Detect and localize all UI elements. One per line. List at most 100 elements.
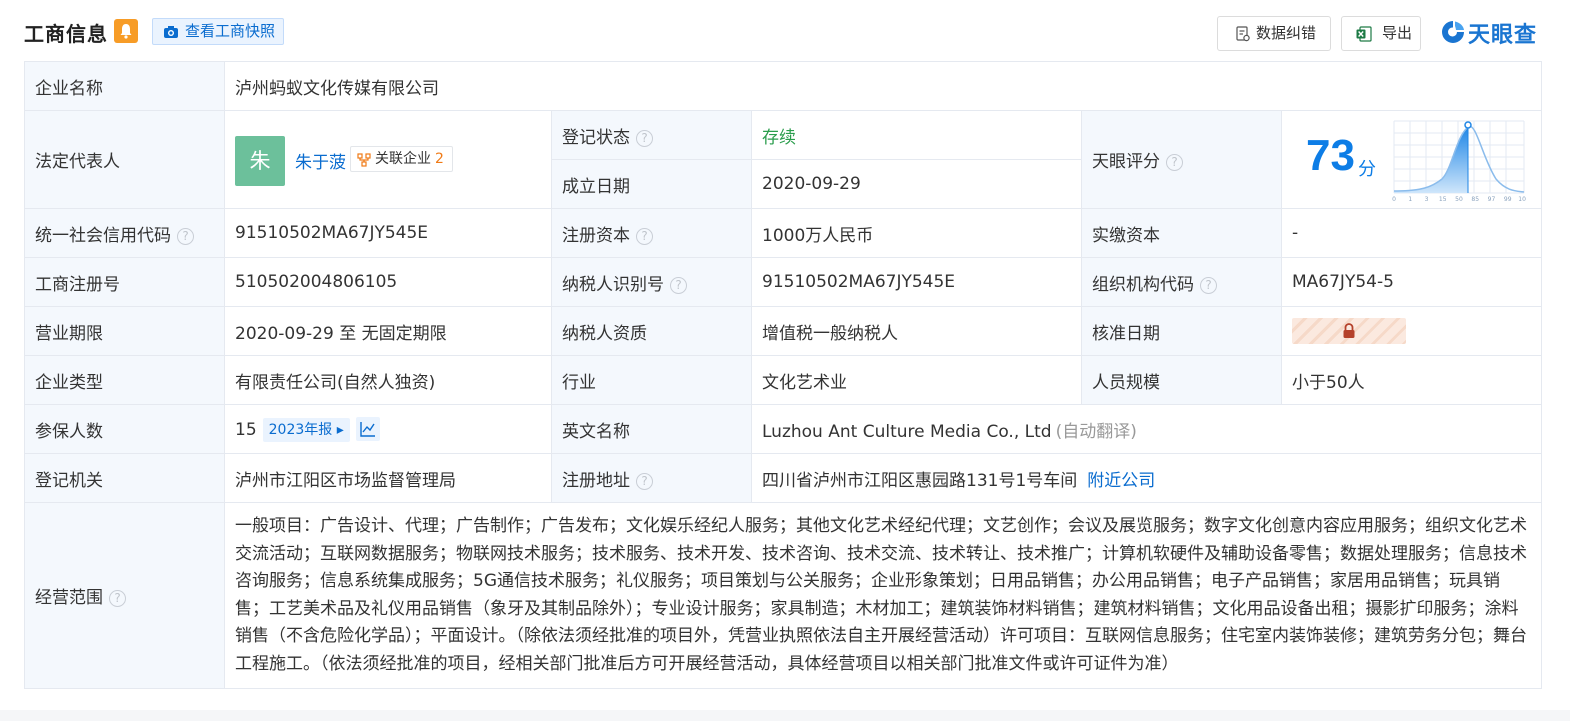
legal-rep-label: 法定代表人	[24, 110, 225, 209]
found-date-label: 成立日期	[551, 159, 752, 209]
score-unit: 分	[1358, 159, 1376, 180]
reg-no-value: 510502004806105	[224, 257, 552, 307]
insured-cell: 15 2023年报 ▸	[224, 404, 552, 454]
company-name-value: 泸州蚂蚁文化传媒有限公司	[224, 61, 1542, 111]
reg-capital-value: 1000万人民币	[751, 208, 1082, 258]
section-header: 工商信息 查看工商快照 数据纠错 导出 天眼查	[0, 0, 1570, 62]
industry-label: 行业	[551, 355, 752, 405]
subscribe-bell-button[interactable]	[114, 19, 138, 43]
taxpayer-id-label-cell: 纳税人识别号?	[551, 257, 752, 307]
logo-text: 天眼查	[1468, 23, 1538, 48]
staff-size-value: 小于50人	[1281, 355, 1542, 405]
annual-report-tag[interactable]: 2023年报 ▸	[262, 417, 350, 442]
term-value: 2020-09-29 至 无固定期限	[224, 306, 552, 356]
legal-rep-cell: 朱 朱于菠 关联企业 2	[224, 110, 552, 209]
table-row: 统一社会信用代码? 91510502MA67JY545E 注册资本? 1000万…	[24, 208, 1542, 258]
scope-value: 一般项目：广告设计、代理；广告制作；广告发布；文化娱乐经纪人服务；其他文化艺术经…	[224, 502, 1542, 689]
table-row: 法定代表人 朱 朱于菠 关联企业 2 登记状态? 存续 天眼评分? 73 分 0…	[24, 110, 1542, 209]
related-companies-count: 2	[435, 150, 444, 167]
taxpayer-type-value: 增值税一般纳税人	[751, 306, 1082, 356]
view-snapshot-label: 查看工商快照	[185, 22, 276, 40]
table-row: 参保人数 15 2023年报 ▸ 英文名称 Luzhou Ant Culture …	[24, 404, 1542, 454]
score-tick-label: 0	[1392, 196, 1396, 203]
lock-icon	[1343, 323, 1355, 338]
data-correction-label: 数据纠错	[1256, 24, 1317, 42]
approve-date-cell	[1281, 306, 1542, 356]
company-name-label: 企业名称	[24, 61, 225, 111]
org-code-label: 组织机构代码	[1092, 274, 1194, 295]
score-tick-label: 100	[1518, 196, 1526, 203]
edit-document-icon	[1236, 26, 1250, 42]
org-code-label-cell: 组织机构代码?	[1081, 257, 1282, 307]
scope-label: 经营范围	[35, 588, 103, 608]
credit-code-value: 91510502MA67JY545E	[224, 208, 552, 258]
table-row: 企业类型 有限责任公司(自然人独资) 行业 文化艺术业 人员规模 小于50人	[24, 355, 1542, 405]
score-distribution-chart: 0 1 3 15 50 85 97 99 100	[1392, 120, 1526, 203]
bell-icon	[120, 24, 132, 39]
score-tick-label: 15	[1439, 196, 1447, 203]
found-date-value: 2020-09-29	[751, 159, 1082, 209]
score-tick-label: 99	[1504, 196, 1512, 203]
score-label-cell: 天眼评分?	[1081, 110, 1282, 209]
address-label-cell: 注册地址?	[551, 453, 752, 503]
english-name-value: Luzhou Ant Culture Media Co., Ltd	[762, 421, 1052, 442]
view-snapshot-button[interactable]: 查看工商快照	[152, 18, 284, 45]
scope-label-cell: 经营范围?	[24, 502, 225, 689]
help-icon[interactable]: ?	[636, 129, 653, 147]
help-icon[interactable]: ?	[177, 227, 194, 245]
related-companies-tag[interactable]: 关联企业 2	[350, 145, 453, 172]
company-type-label: 企业类型	[24, 355, 225, 405]
authority-value: 泸州市江阳区市场监督管理局	[224, 453, 552, 503]
section-title: 工商信息	[24, 22, 108, 46]
score-tick-label: 3	[1425, 196, 1429, 203]
table-row: 经营范围? 一般项目：广告设计、代理；广告制作；广告发布；文化娱乐经纪人服务；其…	[24, 502, 1542, 689]
score-tick-label: 85	[1471, 196, 1479, 203]
nearby-companies-link[interactable]: 附近公司	[1087, 471, 1155, 491]
annual-report-label: 2023年报	[268, 421, 333, 438]
score-tick-label: 1	[1408, 196, 1412, 203]
auto-translate-note: (自动翻译)	[1055, 421, 1137, 442]
export-button[interactable]: 导出	[1341, 16, 1421, 51]
score-tick-label: 97	[1488, 196, 1496, 203]
taxpayer-id-value: 91510502MA67JY545E	[751, 257, 1082, 307]
export-label: 导出	[1382, 24, 1413, 42]
score-value: 73	[1306, 131, 1355, 180]
business-info-table: 企业名称 泸州蚂蚁文化传媒有限公司 法定代表人 朱 朱于菠 关联企业 2 登记状态…	[24, 61, 1542, 689]
insured-value: 15	[235, 419, 257, 440]
help-icon[interactable]: ?	[670, 276, 687, 294]
score-cell[interactable]: 73 分 0 1 3 15 50 85 97 99 100	[1281, 110, 1542, 209]
term-label: 营业期限	[24, 306, 225, 356]
help-icon[interactable]: ?	[1200, 276, 1217, 294]
reg-status-label-cell: 登记状态?	[551, 110, 752, 160]
help-icon[interactable]: ?	[109, 590, 126, 607]
org-code-value: MA67JY54-5	[1281, 257, 1542, 307]
address-value: 四川省泸州市江阳区惠园路131号1号车间	[762, 470, 1078, 491]
data-correction-button[interactable]: 数据纠错	[1217, 16, 1331, 51]
insured-label: 参保人数	[24, 404, 225, 454]
taxpayer-type-label: 纳税人资质	[551, 306, 752, 356]
logo-mark-icon	[1442, 21, 1464, 43]
english-name-cell: Luzhou Ant Culture Media Co., Ltd (自动翻译)	[751, 404, 1542, 454]
industry-value: 文化艺术业	[751, 355, 1082, 405]
locked-value-button[interactable]	[1292, 318, 1406, 344]
help-icon[interactable]: ?	[636, 227, 653, 245]
table-row: 营业期限 2020-09-29 至 无固定期限 纳税人资质 增值税一般纳税人 核…	[24, 306, 1542, 356]
trend-chart-icon	[360, 421, 375, 437]
legal-rep-name-link[interactable]: 朱于菠	[295, 148, 346, 173]
network-icon	[357, 152, 371, 167]
credit-code-label: 统一社会信用代码	[35, 225, 171, 246]
credit-code-label-cell: 统一社会信用代码?	[24, 208, 225, 258]
help-icon[interactable]: ?	[1166, 154, 1183, 171]
reg-capital-label-cell: 注册资本?	[551, 208, 752, 258]
help-icon[interactable]: ?	[636, 472, 653, 490]
address-label: 注册地址	[562, 470, 630, 491]
related-companies-label: 关联企业	[375, 150, 431, 167]
tianyancha-logo: 天眼查	[1440, 17, 1544, 48]
table-row: 登记机关 泸州市江阳区市场监督管理局 注册地址? 四川省泸州市江阳区惠园路131…	[24, 453, 1542, 503]
table-row: 企业名称 泸州蚂蚁文化传媒有限公司	[24, 61, 1542, 111]
page-bottom-divider	[0, 710, 1570, 721]
table-row: 工商注册号 510502004806105 纳税人识别号? 91510502MA…	[24, 257, 1542, 307]
avatar[interactable]: 朱	[235, 135, 285, 186]
insured-trend-button[interactable]	[355, 416, 380, 441]
english-name-label: 英文名称	[551, 404, 752, 454]
